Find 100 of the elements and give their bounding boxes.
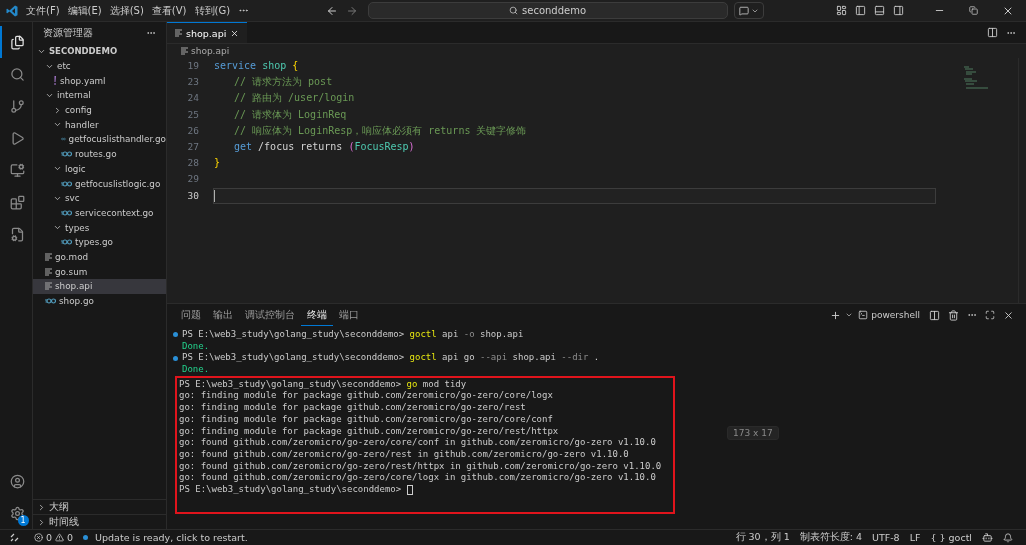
close-icon[interactable] (230, 28, 240, 38)
panel-tab[interactable]: 调试控制台 (239, 304, 301, 326)
blocks-icon[interactable] (9, 194, 25, 210)
panel-tab[interactable]: 输出 (207, 304, 239, 326)
terminal-line: go: finding module for package github.com/zeromicro/go-zero/rest/httpx (179, 425, 560, 438)
line-number: 28 (187, 156, 199, 171)
folder-item[interactable]: config (33, 102, 166, 118)
folder-item[interactable]: svc (33, 190, 166, 206)
menu-item[interactable]: 编辑(E) (63, 3, 106, 18)
warning-count[interactable]: 0 (67, 532, 74, 543)
line-number: 23 (187, 75, 199, 90)
account-icon[interactable] (9, 473, 25, 489)
file-gear-icon[interactable] (9, 226, 25, 242)
line-number: 25 (187, 107, 199, 122)
line-number: 26 (187, 123, 199, 138)
go-file-icon (61, 239, 72, 246)
branch-icon[interactable] (9, 98, 25, 114)
bot-icon[interactable] (982, 532, 993, 543)
go-file-icon (45, 298, 56, 305)
section-header[interactable]: 大纲 (33, 499, 166, 514)
folder-item[interactable]: internal (33, 88, 166, 103)
notification-badge: 1 (17, 515, 29, 526)
error-count[interactable]: 0 (46, 532, 53, 543)
bell-icon[interactable] (1003, 532, 1013, 543)
folder-item[interactable]: types (33, 220, 166, 235)
language-mode[interactable]: { } goctl (925, 532, 977, 543)
menu-item[interactable]: 选择(S) (105, 3, 148, 18)
sidebar-title: 资源管理器 (43, 26, 93, 40)
menu-item[interactable]: 查看(V) (147, 3, 191, 18)
terminal-line: go: found github.com/zeromicro/go-zero/rest in github.com/zeromicro/go-zero v1.10.0 (179, 448, 630, 461)
code-line: get /focus returns (FocusResp) (233, 139, 416, 154)
file-item[interactable]: shop.go (33, 293, 166, 309)
editor-tab[interactable]: shop.api (167, 22, 248, 43)
terminal-line: go: finding module for package github.com/zeromicro/go-zero/rest (179, 402, 527, 414)
exclamation-icon (53, 76, 57, 86)
terminal-icon (858, 310, 869, 320)
cursor-position[interactable]: 行 30，列 1 (730, 531, 795, 544)
menu-item[interactable]: 文件(F) (22, 3, 64, 18)
code-line: } (213, 156, 222, 171)
folder-item[interactable]: etc (33, 58, 166, 74)
warning-icon[interactable] (55, 533, 65, 542)
files-icon[interactable] (9, 34, 25, 50)
line-number: 27 (187, 139, 199, 154)
line-number: 30 (187, 188, 199, 203)
go-file-icon (61, 209, 72, 216)
code-line: // 响应体为 LoginResp，响应体必须有 returns 关键字修饰 (233, 123, 528, 138)
file-item[interactable]: go.sum (33, 264, 166, 279)
file-item[interactable]: types.go (33, 234, 166, 250)
lines-icon (45, 282, 52, 291)
line-ending[interactable]: LF (904, 532, 926, 543)
folder-item[interactable]: logic (33, 161, 166, 177)
breadcrumb[interactable]: shop.api (191, 46, 230, 56)
monitor-icon[interactable] (9, 162, 25, 178)
folder-item[interactable]: handler (33, 117, 166, 133)
terminal-line: PS E:\web3_study\golang_study\seconddemo> goctl api -o shop.api (173, 329, 1026, 341)
lines-icon (45, 252, 52, 261)
remote-icon[interactable] (10, 533, 19, 542)
folder-item[interactable]: SECONDDEMO (33, 44, 166, 59)
chevron-down-icon[interactable] (845, 311, 854, 319)
terminal-line: go: found github.com/zeromicro/go-zero/core/conf in github.com/zeromicro/go-zero v1.10.0 (179, 437, 657, 449)
chevron-right-icon (53, 105, 62, 115)
encoding[interactable]: UTF-8 (866, 532, 905, 543)
file-item[interactable]: shop.api (33, 279, 166, 294)
app-logo-icon (6, 4, 18, 17)
file-item[interactable]: routes.go (33, 146, 166, 162)
chat-button[interactable] (733, 2, 764, 19)
terminal-line: Done. (181, 340, 211, 353)
terminal-line: PS E:\web3_study\golang_study\seconddemo> go mod tidy (179, 378, 468, 391)
go-file-icon (61, 151, 72, 158)
terminal-line: Done. (181, 364, 211, 376)
file-item[interactable]: shop.yaml (33, 73, 166, 89)
code-line: // 请求体为 LoginReq (233, 107, 348, 122)
file-item[interactable]: servicecontext.go (33, 205, 166, 221)
settings-icon[interactable] (9, 505, 25, 521)
update-status[interactable]: Update is ready, click to restart. (95, 532, 248, 543)
lines-icon (45, 267, 52, 276)
lines-icon (181, 47, 188, 55)
code-line: // 路由为 /user/login (233, 91, 356, 106)
search-icon[interactable] (9, 66, 25, 82)
file-item[interactable]: getfocuslistlogic.go (33, 176, 166, 191)
panel-tab[interactable]: 终端 (301, 304, 333, 326)
code-line: // 请求方法为 post (233, 75, 334, 90)
terminal-line: go: found github.com/zeromicro/go-zero/core/logx in github.com/zeromicro/go-zero v1.10.0 (179, 472, 657, 484)
panel-tab[interactable]: 端口 (333, 304, 365, 326)
file-item[interactable]: getfocuslisthandler.go (33, 132, 166, 147)
line-number: 24 (187, 91, 199, 106)
go-file-icon (61, 136, 66, 143)
terminal-selector[interactable]: powershell (871, 310, 920, 320)
terminal-line: PS E:\web3_study\golang_study\seconddemo> (179, 483, 673, 496)
panel-tab[interactable]: 问题 (175, 304, 207, 326)
file-item[interactable]: go.mod (33, 249, 166, 265)
terminal-line: go: finding module for package github.com/zeromicro/go-zero/core/conf (179, 413, 554, 426)
error-icon[interactable] (34, 533, 43, 542)
tab-size[interactable]: 制表符长度: 4 (794, 531, 867, 544)
code-line: service shop { (213, 59, 300, 73)
terminal-line: go: found github.com/zeromicro/go-zero/rest/httpx in github.com/zeromicro/go-zero v1.10.0 (179, 460, 663, 473)
search-field[interactable]: seconddemo (367, 2, 728, 19)
menu-item[interactable]: 转到(G) (190, 3, 235, 18)
play-icon[interactable] (9, 130, 25, 146)
terminal-line: go: finding module for package github.com/zeromicro/go-zero/core/logx (179, 390, 554, 403)
